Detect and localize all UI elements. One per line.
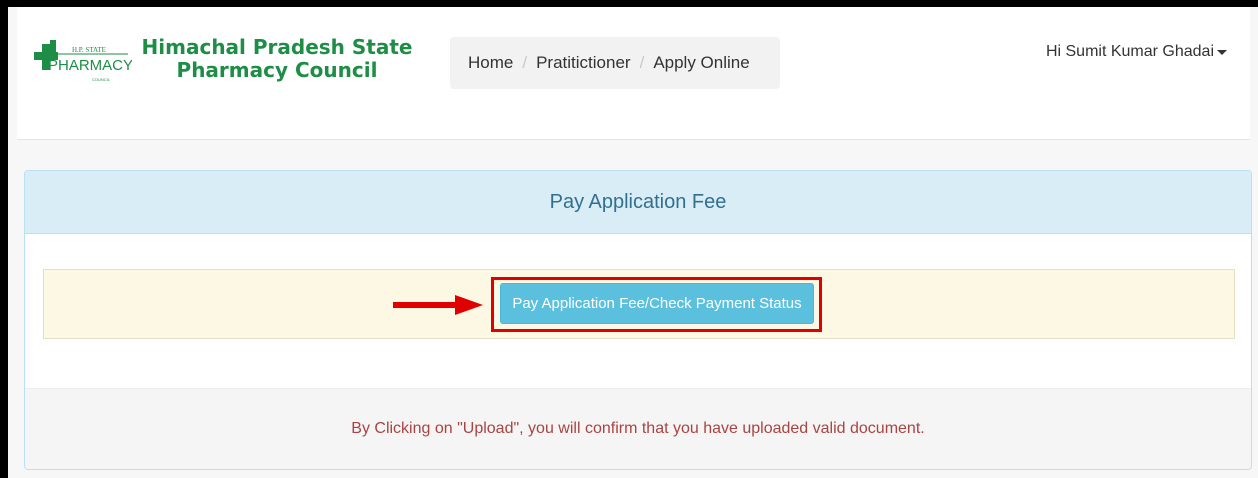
site-logo[interactable]: H.P. STATE PHARMACY COUNCIL Himachal Pra…	[32, 34, 412, 94]
breadcrumb-separator: /	[522, 53, 528, 72]
breadcrumb: Home / Pratitictioner / Apply Online	[450, 37, 780, 89]
pay-application-fee-button[interactable]: Pay Application Fee/Check Payment Status	[500, 283, 814, 324]
svg-text:PHARMACY: PHARMACY	[48, 57, 132, 74]
site-title-line2: Pharmacy Council	[176, 58, 378, 82]
svg-text:COUNCIL: COUNCIL	[92, 77, 111, 82]
breadcrumb-home[interactable]: Home	[468, 53, 513, 73]
site-title-line1: Himachal Pradesh State	[141, 35, 413, 59]
breadcrumb-separator: /	[639, 53, 645, 72]
site-title: Himachal Pradesh State Pharmacy Council	[132, 36, 422, 82]
user-greeting: Hi Sumit Kumar Ghadai	[1045, 43, 1214, 60]
payment-action-box: Pay Application Fee/Check Payment Status	[43, 269, 1235, 339]
screenshot-border-top	[0, 0, 1258, 7]
panel-heading: Pay Application Fee	[25, 171, 1251, 234]
top-navbar: H.P. STATE PHARMACY COUNCIL Himachal Pra…	[17, 7, 1250, 140]
breadcrumb-practitioner[interactable]: Pratitictioner	[536, 53, 630, 73]
screenshot-border-left	[0, 0, 8, 478]
pay-application-fee-panel: Pay Application Fee Pay Application Fee/…	[24, 170, 1252, 470]
caret-down-icon	[1217, 49, 1227, 55]
upload-confirmation-note: By Clicking on "Upload", you will confir…	[25, 388, 1251, 469]
pharmacy-council-logo-mark: H.P. STATE PHARMACY COUNCIL	[34, 40, 132, 82]
user-menu-dropdown[interactable]: Hi Sumit Kumar Ghadai	[1046, 43, 1227, 61]
right-arrow-icon	[393, 295, 483, 315]
svg-text:H.P. STATE: H.P. STATE	[72, 46, 106, 54]
breadcrumb-apply-online: Apply Online	[653, 53, 750, 72]
